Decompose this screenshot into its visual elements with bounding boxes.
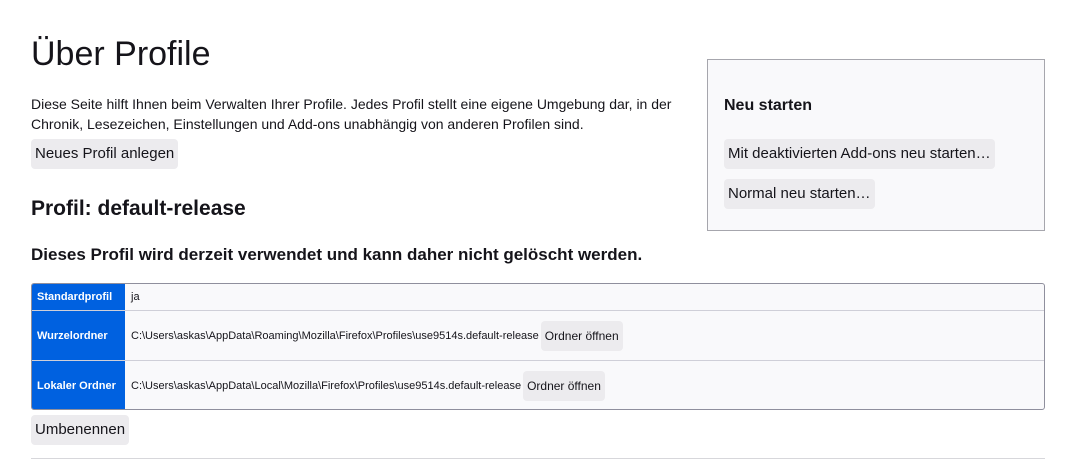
row-value-default-profile: ja bbox=[131, 284, 140, 310]
row-value-local-directory: C:\Users\askas\AppData\Local\Mozilla\Fir… bbox=[131, 361, 605, 409]
profile-heading: Profil: default-release bbox=[31, 197, 246, 220]
about-profiles-page: Über Profile Diese Seite hilft Ihnen bei… bbox=[31, 0, 1045, 466]
rename-profile-button[interactable]: Umbenennen bbox=[31, 415, 130, 445]
page-title: Über Profile bbox=[31, 35, 211, 73]
page-intro: Diese Seite hilft Ihnen beim Verwalten I… bbox=[31, 96, 672, 132]
table-row-root-directory: Wurzelordner C:\Users\askas\AppData\Roam… bbox=[32, 310, 1044, 360]
row-value-root-directory: C:\Users\askas\AppData\Roaming\Mozilla\F… bbox=[131, 311, 623, 360]
create-profile-button[interactable]: Neues Profil anlegen bbox=[31, 139, 179, 169]
row-key-default-profile: Standardprofil bbox=[32, 284, 125, 310]
default-profile-value: ja bbox=[131, 291, 140, 303]
section-divider bbox=[31, 458, 1045, 459]
restart-panel: Neu starten Mit deaktivierten Add-ons ne… bbox=[707, 59, 1045, 231]
table-row-default-profile: Standardprofil ja bbox=[32, 284, 1044, 310]
table-row-local-directory: Lokaler Ordner C:\Users\askas\AppData\Lo… bbox=[32, 360, 1044, 409]
root-directory-path: C:\Users\askas\AppData\Roaming\Mozilla\F… bbox=[131, 329, 539, 342]
open-local-directory-button[interactable]: Ordner öffnen bbox=[523, 370, 605, 401]
profile-in-use-notice: Dieses Profil wird derzeit verwendet und… bbox=[31, 245, 643, 264]
profile-properties-table: Standardprofil ja Wurzelordner C:\Users\… bbox=[31, 283, 1045, 410]
restart-normally-button[interactable]: Normal neu starten… bbox=[724, 179, 875, 209]
restart-with-addons-disabled-button[interactable]: Mit deaktivierten Add-ons neu starten… bbox=[724, 139, 995, 169]
local-directory-path: C:\Users\askas\AppData\Local\Mozilla\Fir… bbox=[131, 379, 522, 392]
restart-panel-title: Neu starten bbox=[724, 97, 813, 114]
row-key-local-directory: Lokaler Ordner bbox=[32, 361, 125, 409]
open-root-directory-button[interactable]: Ordner öffnen bbox=[540, 320, 623, 351]
row-key-root-directory: Wurzelordner bbox=[32, 311, 125, 360]
